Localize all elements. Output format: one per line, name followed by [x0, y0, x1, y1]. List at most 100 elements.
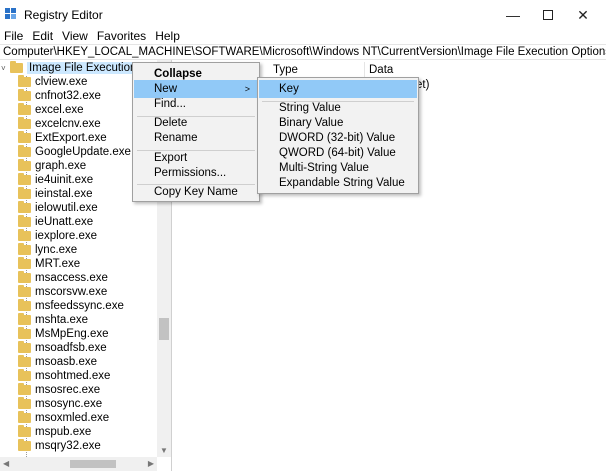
tree-item[interactable]: mspub.exe [18, 425, 91, 439]
menu-item-copy-key-name[interactable]: Copy Key Name [134, 183, 258, 201]
tree-item[interactable]: ie4uinit.exe [18, 173, 93, 187]
new-submenu: Key String Value Binary Value DWORD (32-… [257, 77, 419, 194]
tree-item[interactable]: MRT.exe [18, 257, 80, 271]
title-bar: Registry Editor — ✕ [0, 0, 606, 30]
tree-item[interactable]: ieinstal.exe [18, 187, 93, 201]
menu-item-label: New [154, 83, 178, 95]
minimize-icon: — [506, 7, 520, 23]
tree-item[interactable]: ielowutil.exe [18, 201, 98, 215]
scroll-thumb[interactable] [70, 460, 116, 468]
tree-item-label: MRT.exe [35, 258, 81, 270]
tree-item-label: msoasb.exe [35, 356, 98, 368]
folder-icon [18, 117, 31, 129]
menu-edit[interactable]: Edit [28, 29, 58, 43]
tree-item[interactable]: clview.exe [18, 75, 87, 89]
tree-item[interactable]: excel.exe [18, 103, 84, 117]
folder-icon [18, 313, 31, 325]
folder-icon [18, 341, 31, 353]
menu-item-find[interactable]: Find... [134, 95, 258, 113]
menu-view[interactable]: View [58, 29, 93, 43]
tree-item[interactable]: mshta.exe [18, 313, 88, 327]
folder-icon [18, 397, 31, 409]
tree-item[interactable]: mscorsvw.exe [18, 285, 107, 299]
tree-item-label: iexplore.exe [35, 230, 98, 242]
submenu-item-key[interactable]: Key [259, 80, 417, 98]
tree-item[interactable]: msoadfsb.exe [18, 341, 107, 355]
folder-icon [18, 173, 31, 185]
tree-item-label: clview.exe [35, 76, 88, 88]
scroll-thumb[interactable] [159, 318, 169, 340]
tree-item-label: cnfnot32.exe [35, 90, 101, 102]
tree-item-label: ieUnatt.exe [35, 216, 94, 228]
folder-icon [18, 327, 31, 339]
folder-icon [18, 439, 31, 451]
column-header-data[interactable]: Data [365, 62, 565, 78]
tree-item[interactable]: lync.exe [18, 243, 77, 257]
tree-item[interactable]: msfeedssync.exe [18, 299, 124, 313]
tree-item[interactable]: MsMpEng.exe [18, 327, 109, 341]
close-icon: ✕ [577, 6, 589, 23]
menu-favorites[interactable]: Favorites [93, 29, 151, 43]
folder-icon [18, 89, 31, 101]
tree-item[interactable]: msohtmed.exe [18, 369, 110, 383]
tree-item[interactable]: msaccess.exe [18, 271, 108, 285]
tree-item[interactable]: ExtExport.exe [18, 131, 107, 145]
tree-item[interactable]: msosync.exe [18, 397, 102, 411]
tree-item-label: msfeedssync.exe [35, 300, 124, 312]
folder-icon [18, 411, 31, 423]
tree-item[interactable]: msoxmled.exe [18, 411, 109, 425]
tree-item-label: excel.exe [35, 104, 84, 116]
close-button[interactable]: ✕ [560, 0, 606, 30]
tree-item-label: msoxmled.exe [35, 412, 110, 424]
tree-item[interactable]: excelcnv.exe [18, 117, 101, 131]
address-bar[interactable]: Computer\HKEY_LOCAL_MACHINE\SOFTWARE\Mic… [0, 44, 606, 60]
menu-item-permissions[interactable]: Permissions... [134, 164, 258, 182]
chevron-down-icon[interactable]: ˅ [1, 64, 9, 73]
scroll-down-icon[interactable]: ▼ [160, 446, 168, 455]
folder-icon [18, 201, 31, 213]
folder-icon [10, 61, 23, 73]
tree-item-label: msosrec.exe [35, 384, 101, 396]
tree-item[interactable]: iexplore.exe [18, 229, 97, 243]
tree-item[interactable]: msosrec.exe [18, 383, 100, 397]
tree-item-label: lync.exe [35, 244, 78, 256]
scroll-left-icon[interactable]: ◀ [3, 459, 9, 468]
folder-icon [18, 285, 31, 297]
window-title: Registry Editor [24, 8, 103, 22]
tree-item-label: graph.exe [35, 160, 87, 172]
tree-item-label: mshta.exe [35, 314, 89, 326]
tree-item-label: ExtExport.exe [35, 132, 107, 144]
folder-icon [18, 75, 31, 87]
submenu-item-expandable-string-value[interactable]: Expandable String Value [259, 174, 417, 192]
menu-item-rename[interactable]: Rename [134, 129, 258, 147]
tree-item[interactable]: graph.exe [18, 159, 86, 173]
folder-icon [18, 271, 31, 283]
tree-item[interactable]: msqry32.exe [18, 439, 101, 453]
folder-icon [18, 257, 31, 269]
maximize-icon [543, 10, 553, 20]
tree-item-label: msqry32.exe [35, 440, 101, 452]
column-header-type[interactable]: Type [269, 62, 365, 78]
tree-horizontal-scrollbar[interactable]: ◀ ▶ [0, 457, 157, 471]
folder-icon [18, 215, 31, 227]
folder-icon [18, 243, 31, 255]
tree-item-label: msosync.exe [35, 398, 103, 410]
scroll-right-icon[interactable]: ▶ [148, 459, 154, 468]
tree-item-label: mspub.exe [35, 426, 92, 438]
tree-item[interactable]: ieUnatt.exe [18, 215, 93, 229]
folder-icon [18, 131, 31, 143]
folder-icon [18, 425, 31, 437]
tree-item[interactable]: msoasb.exe [18, 355, 97, 369]
folder-icon [18, 299, 31, 311]
tree-item[interactable]: cnfnot32.exe [18, 89, 101, 103]
tree-item-label: msohtmed.exe [35, 370, 111, 382]
tree-item-label: ieinstal.exe [35, 188, 93, 200]
tree-item-label: GoogleUpdate.exe [35, 146, 131, 158]
tree-item-label: ielowutil.exe [35, 202, 98, 214]
menu-file[interactable]: File [0, 29, 28, 43]
tree-item-label: mscorsvw.exe [35, 286, 108, 298]
folder-icon [18, 187, 31, 199]
menu-help[interactable]: Help [151, 29, 185, 43]
context-menu: Collapse New > Find... Delete Rename Exp… [132, 62, 260, 202]
tree-item[interactable]: GoogleUpdate.exe [18, 145, 131, 159]
